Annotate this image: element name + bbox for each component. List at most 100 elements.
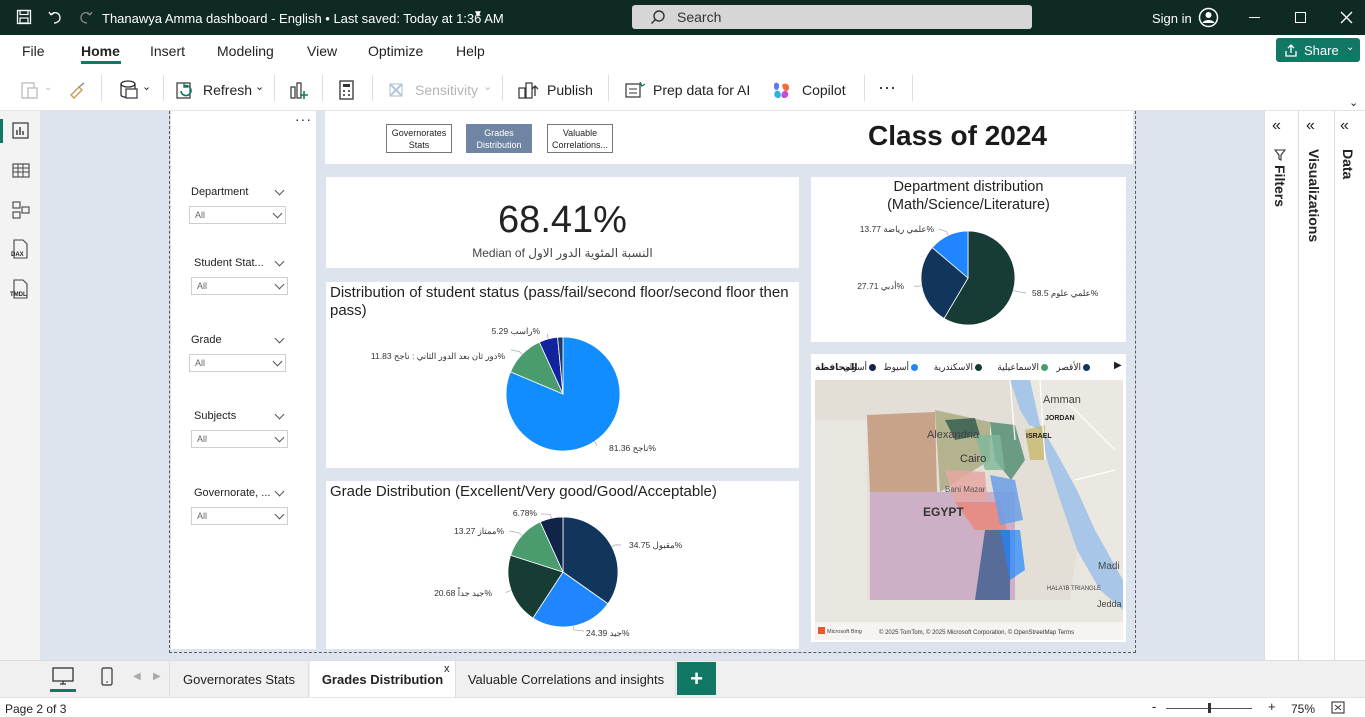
active-view-indicator bbox=[0, 119, 3, 143]
prep-data-icon[interactable] bbox=[624, 80, 646, 100]
slicer-label: Governorate, ... bbox=[194, 487, 271, 499]
sensitivity-button[interactable]: Sensitivity bbox=[415, 82, 478, 98]
paste-dropdown-icon[interactable]: ⌄ bbox=[44, 82, 52, 93]
data-pane-label[interactable]: Data bbox=[1340, 149, 1356, 179]
undo-icon[interactable] bbox=[47, 9, 63, 25]
visual-more-options-icon[interactable]: ··· bbox=[295, 111, 312, 127]
map-card: المحافظة الأقصر الاسماعيلية الاسكندرية أسيوط… bbox=[811, 354, 1126, 642]
menu-modeling[interactable]: Modeling bbox=[217, 43, 274, 59]
tab-valuable-correlations[interactable]: Valuable Correlations and insights bbox=[457, 661, 676, 697]
desktop-layout-icon[interactable] bbox=[52, 667, 74, 685]
nav-grades-distribution-button[interactable]: Grades Distribution bbox=[466, 124, 532, 153]
ribbon-separator bbox=[101, 75, 102, 101]
user-avatar-icon[interactable] bbox=[1198, 7, 1219, 28]
map-place-label: Jedda bbox=[1097, 599, 1122, 609]
report-view-icon[interactable] bbox=[11, 121, 31, 141]
search-box[interactable]: Search bbox=[632, 5, 1032, 29]
filters-collapse-icon[interactable]: « bbox=[1272, 117, 1281, 135]
map-place-label: Madi bbox=[1098, 561, 1120, 572]
redo-icon[interactable] bbox=[78, 9, 94, 25]
ribbon-collapse-icon[interactable]: ⌄ bbox=[1349, 96, 1358, 109]
maximize-icon[interactable] bbox=[1295, 12, 1306, 23]
fit-to-page-icon[interactable] bbox=[1331, 701, 1345, 714]
get-data-dropdown-icon[interactable]: ⌄ bbox=[142, 80, 151, 93]
paste-icon[interactable] bbox=[20, 80, 42, 100]
pie-leader-line bbox=[505, 590, 512, 594]
legend-marker bbox=[975, 364, 982, 371]
map-legend: المحافظة الأقصر الاسماعيلية الاسكندرية أسيوط… bbox=[811, 362, 1126, 376]
menu-optimize[interactable]: Optimize bbox=[368, 43, 423, 59]
sign-in-link[interactable]: Sign in bbox=[1152, 11, 1192, 26]
share-button[interactable]: Share ⌄ bbox=[1276, 38, 1360, 62]
previous-page-icon[interactable]: ◀ bbox=[133, 671, 141, 682]
get-data-icon[interactable] bbox=[118, 79, 140, 101]
menu-insert[interactable]: Insert bbox=[150, 43, 185, 59]
minimize-icon[interactable] bbox=[1249, 17, 1260, 18]
menu-file[interactable]: File bbox=[22, 43, 45, 59]
pie-leader-line bbox=[546, 333, 549, 340]
mobile-layout-icon[interactable] bbox=[100, 667, 114, 687]
nav-valuable-correlations-button[interactable]: Valuable Correlations... bbox=[547, 124, 613, 153]
legend-next-icon[interactable]: ▶ bbox=[1114, 360, 1122, 371]
filters-pane-label[interactable]: Filters bbox=[1272, 165, 1288, 207]
menu-help[interactable]: Help bbox=[456, 43, 485, 59]
slicer-value: All bbox=[197, 434, 208, 444]
sensitivity-icon[interactable] bbox=[386, 80, 406, 100]
publish-icon[interactable] bbox=[518, 80, 540, 100]
table-view-icon[interactable] bbox=[11, 161, 31, 181]
calculator-icon[interactable] bbox=[338, 80, 356, 100]
menu-view[interactable]: View bbox=[307, 43, 337, 59]
kpi-caption: Median of النسبة المئوية الدور الاول bbox=[472, 246, 653, 260]
close-tab-icon[interactable]: x bbox=[444, 663, 450, 675]
right-panes: « Filters « Visualizations « Data bbox=[1264, 111, 1365, 660]
tab-governorates-stats[interactable]: Governorates Stats bbox=[169, 661, 309, 697]
slicer-dropdown[interactable]: All bbox=[191, 277, 288, 295]
refresh-button[interactable]: Refresh bbox=[203, 82, 252, 98]
pie-leader-line bbox=[508, 530, 523, 536]
view-rail: DAX TMDL bbox=[0, 111, 41, 660]
zoom-out-button[interactable]: - bbox=[1152, 699, 1156, 714]
zoom-in-button[interactable]: + bbox=[1268, 699, 1276, 714]
slicer-dropdown[interactable]: All bbox=[189, 206, 286, 224]
add-page-button[interactable]: + bbox=[677, 662, 716, 695]
prep-data-button[interactable]: Prep data for AI bbox=[653, 82, 750, 98]
data-collapse-icon[interactable]: « bbox=[1340, 117, 1349, 135]
model-view-icon[interactable] bbox=[11, 200, 31, 220]
legend-item: أسوان bbox=[843, 362, 867, 372]
ribbon-separator bbox=[372, 75, 373, 101]
refresh-icon[interactable] bbox=[175, 80, 195, 100]
copilot-icon[interactable] bbox=[771, 80, 793, 100]
format-painter-icon[interactable] bbox=[68, 81, 88, 101]
window-title: Thanawya Amma dashboard - English • Last… bbox=[102, 11, 504, 26]
nav-governorates-stats-button[interactable]: Governorates Stats bbox=[386, 124, 452, 153]
visualizations-pane-label[interactable]: Visualizations bbox=[1306, 149, 1322, 242]
map-visual[interactable]: Amman JORDAN ISRAEL Alexandria Cairo Ban… bbox=[815, 380, 1123, 640]
slicer-dropdown[interactable]: All bbox=[191, 430, 288, 448]
slicer-dropdown[interactable]: All bbox=[189, 354, 286, 372]
publish-button[interactable]: Publish bbox=[547, 82, 593, 98]
slicer-value: All bbox=[195, 210, 206, 220]
refresh-dropdown-icon[interactable]: ⌄ bbox=[255, 80, 264, 93]
zoom-level: 75% bbox=[1291, 702, 1316, 716]
menu-home[interactable]: Home bbox=[81, 43, 120, 59]
save-icon[interactable] bbox=[16, 9, 32, 25]
tab-grades-distribution[interactable]: Grades Distribution bbox=[310, 661, 456, 697]
grade-pie-card: Grade Distribution (Excellent/Very good/… bbox=[326, 481, 799, 649]
sensitivity-dropdown-icon[interactable]: ⌄ bbox=[483, 80, 492, 93]
slicer-dropdown[interactable]: All bbox=[191, 507, 288, 525]
title-dropdown-icon[interactable]: ▼ bbox=[473, 9, 483, 20]
map-place-label: HALA'IB TRIANGLE bbox=[1047, 586, 1101, 592]
map-attribution: © 2025 TomTom, © 2025 Microsoft Corporat… bbox=[879, 629, 1074, 636]
visualizations-collapse-icon[interactable]: « bbox=[1306, 117, 1315, 135]
new-visual-icon[interactable] bbox=[289, 79, 309, 101]
zoom-slider-thumb[interactable] bbox=[1208, 703, 1211, 713]
more-options-icon[interactable]: ··· bbox=[878, 77, 896, 98]
close-icon[interactable] bbox=[1340, 11, 1353, 24]
map-place-label: Alexandria bbox=[927, 429, 980, 441]
slicer-label: Student Stat... bbox=[194, 257, 264, 269]
legend-item: الأقصر bbox=[1056, 362, 1081, 372]
next-page-icon[interactable]: ▶ bbox=[153, 671, 161, 682]
copilot-button[interactable]: Copilot bbox=[802, 82, 846, 98]
legend-marker bbox=[1041, 364, 1048, 371]
grade-pie-chart: مقبول 34.75% جيد 24.39% جيد جداً 20.68% ممت… bbox=[434, 508, 683, 638]
